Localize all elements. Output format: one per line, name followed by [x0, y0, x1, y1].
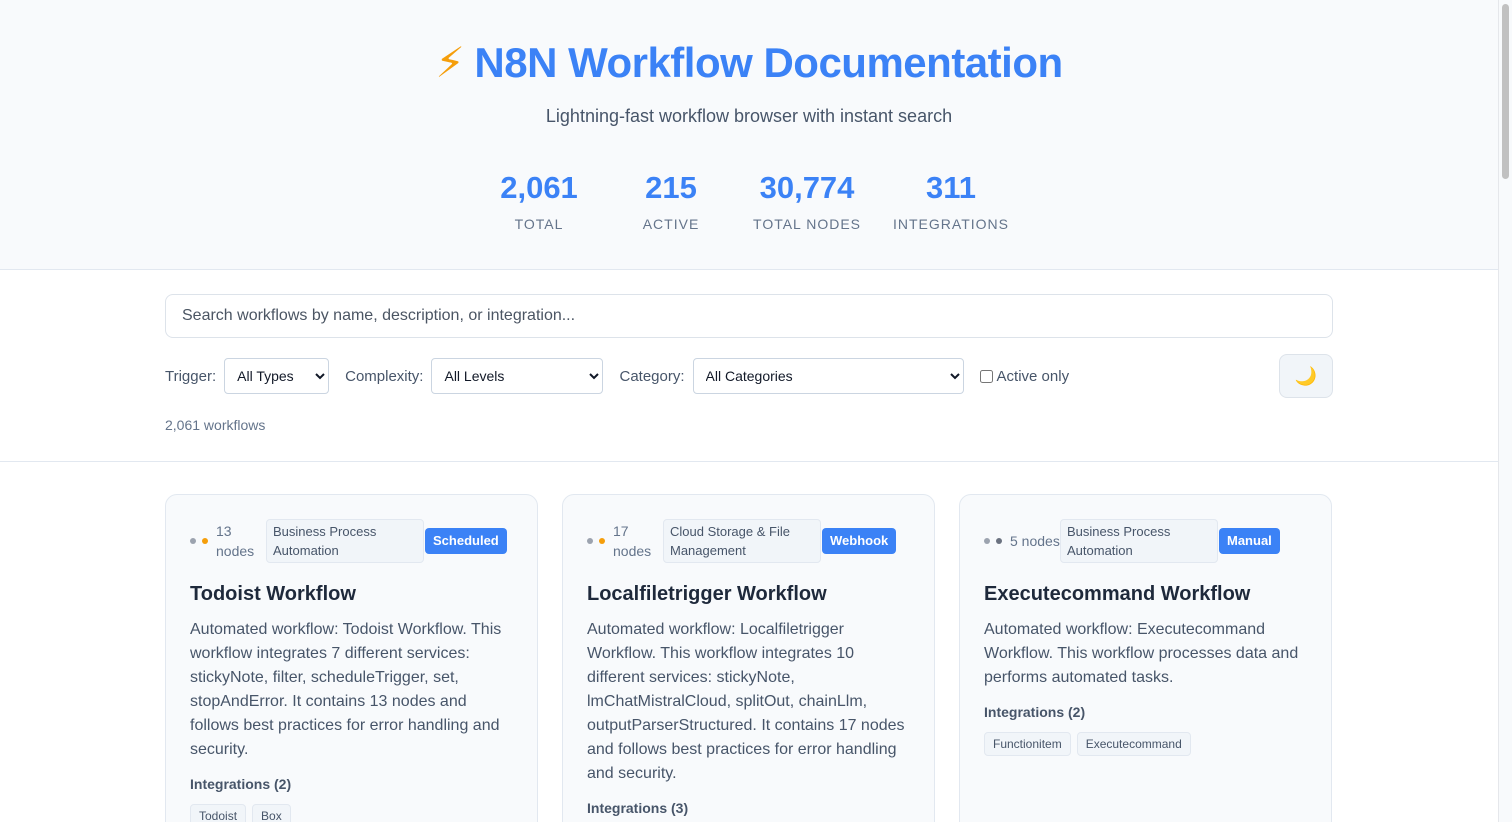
node-count: 17 nodes [613, 523, 652, 559]
theme-toggle-button[interactable]: 🌙 [1279, 354, 1333, 398]
stat-active: 215 ACTIVE [621, 170, 721, 232]
integrations-list: Todoist Box [190, 804, 513, 822]
complexity-dot-icon [996, 538, 1002, 544]
workflow-count: 2,061 workflows [165, 417, 266, 433]
card-description: Automated workflow: Localfiletrigger Wor… [587, 621, 905, 782]
card-description: Automated workflow: Todoist Workflow. Th… [190, 621, 502, 758]
complexity-dot-icon [202, 538, 208, 544]
trigger-badge: Manual [1219, 528, 1280, 554]
stat-value: 311 [925, 170, 976, 205]
integrations-title: Integrations (2) [984, 704, 1086, 720]
complexity-dot-icon [599, 538, 605, 544]
integration-tag: Functionitem [984, 732, 1071, 756]
filters-row: Trigger: All Types Complexity: All Level… [165, 358, 1069, 394]
card-title[interactable]: Localfiletrigger Workflow [587, 583, 910, 606]
trigger-label: Trigger: [165, 367, 217, 385]
category-label: Category: [619, 367, 685, 385]
stat-value: 2,061 [500, 170, 578, 205]
card-title[interactable]: Executecommand Workflow [984, 583, 1307, 606]
card-meta: 17 nodes Cloud Storage & File Management… [587, 519, 910, 563]
workflow-card[interactable]: 5 nodes Business Process Automation Manu… [959, 494, 1332, 822]
stat-label: ACTIVE [642, 216, 700, 232]
stat-integrations: 311 INTEGRATIONS [893, 170, 1009, 232]
category-badge: Cloud Storage & File Management [663, 519, 821, 563]
integration-tag: Executecommand [1076, 732, 1191, 756]
card-meta: 13 nodes Business Process Automation Sch… [190, 519, 513, 563]
card-meta: 5 nodes Business Process Automation Manu… [984, 519, 1307, 563]
scrollbar-thumb[interactable] [1502, 4, 1509, 179]
stat-label: INTEGRATIONS [893, 216, 1009, 232]
page-title-text: N8N Workflow Documentation [474, 39, 1063, 86]
stat-total-nodes: 30,774 TOTAL NODES [753, 170, 861, 232]
stats-bar: 2,061 TOTAL 215 ACTIVE 30,774 TOTAL NODE… [0, 170, 1498, 232]
status-dot-icon [984, 538, 990, 544]
hero-header: ⚡ N8N Workflow Documentation Lightning-fa… [0, 0, 1498, 270]
category-select[interactable]: All Categories [692, 358, 964, 394]
stat-value: 215 [645, 170, 697, 205]
search-input[interactable] [165, 294, 1333, 338]
category-badge: Business Process Automation [1060, 519, 1218, 563]
node-count: 13 nodes [216, 523, 255, 559]
integrations-title: Integrations (2) [190, 776, 292, 792]
active-only-toggle[interactable]: Active only [979, 367, 1070, 385]
page: ⚡ N8N Workflow Documentation Lightning-fa… [0, 0, 1498, 822]
workflow-card[interactable]: 13 nodes Business Process Automation Sch… [165, 494, 538, 822]
workflow-card[interactable]: 17 nodes Cloud Storage & File Management… [562, 494, 935, 822]
moon-icon: 🌙 [1294, 365, 1318, 386]
card-title[interactable]: Todoist Workflow [190, 583, 513, 606]
node-count: 5 nodes [1010, 533, 1060, 549]
status-dot-icon [587, 538, 593, 544]
trigger-badge: Scheduled [425, 528, 507, 554]
stat-total: 2,061 TOTAL [489, 170, 589, 232]
page-scrollbar[interactable] [1498, 0, 1512, 822]
stat-value: 30,774 [759, 170, 855, 205]
stat-label: TOTAL [514, 216, 564, 232]
active-only-label: Active only [996, 367, 1070, 385]
category-badge: Business Process Automation [266, 519, 424, 563]
trigger-badge: Webhook [822, 528, 897, 554]
trigger-select[interactable]: All Types [224, 358, 330, 394]
integration-tag: Todoist [190, 804, 247, 822]
integrations-list: Functionitem Executecommand [984, 732, 1307, 756]
page-subtitle: Lightning-fast workflow browser with ins… [545, 106, 953, 126]
complexity-label: Complexity: [345, 367, 424, 385]
integration-tag: Box [252, 804, 291, 822]
stat-label: TOTAL NODES [753, 216, 861, 232]
card-description: Automated workflow: Executecommand Workf… [984, 621, 1299, 686]
lightning-icon: ⚡ [435, 39, 465, 86]
complexity-select[interactable]: All Levels [431, 358, 604, 394]
controls-panel: Trigger: All Types Complexity: All Level… [0, 270, 1498, 462]
workflow-grid: 13 nodes Business Process Automation Sch… [165, 494, 1332, 822]
status-dot-icon [190, 538, 196, 544]
page-title: ⚡ N8N Workflow Documentation [0, 38, 1498, 87]
active-only-checkbox[interactable] [979, 369, 993, 383]
integrations-title: Integrations (3) [587, 800, 689, 816]
